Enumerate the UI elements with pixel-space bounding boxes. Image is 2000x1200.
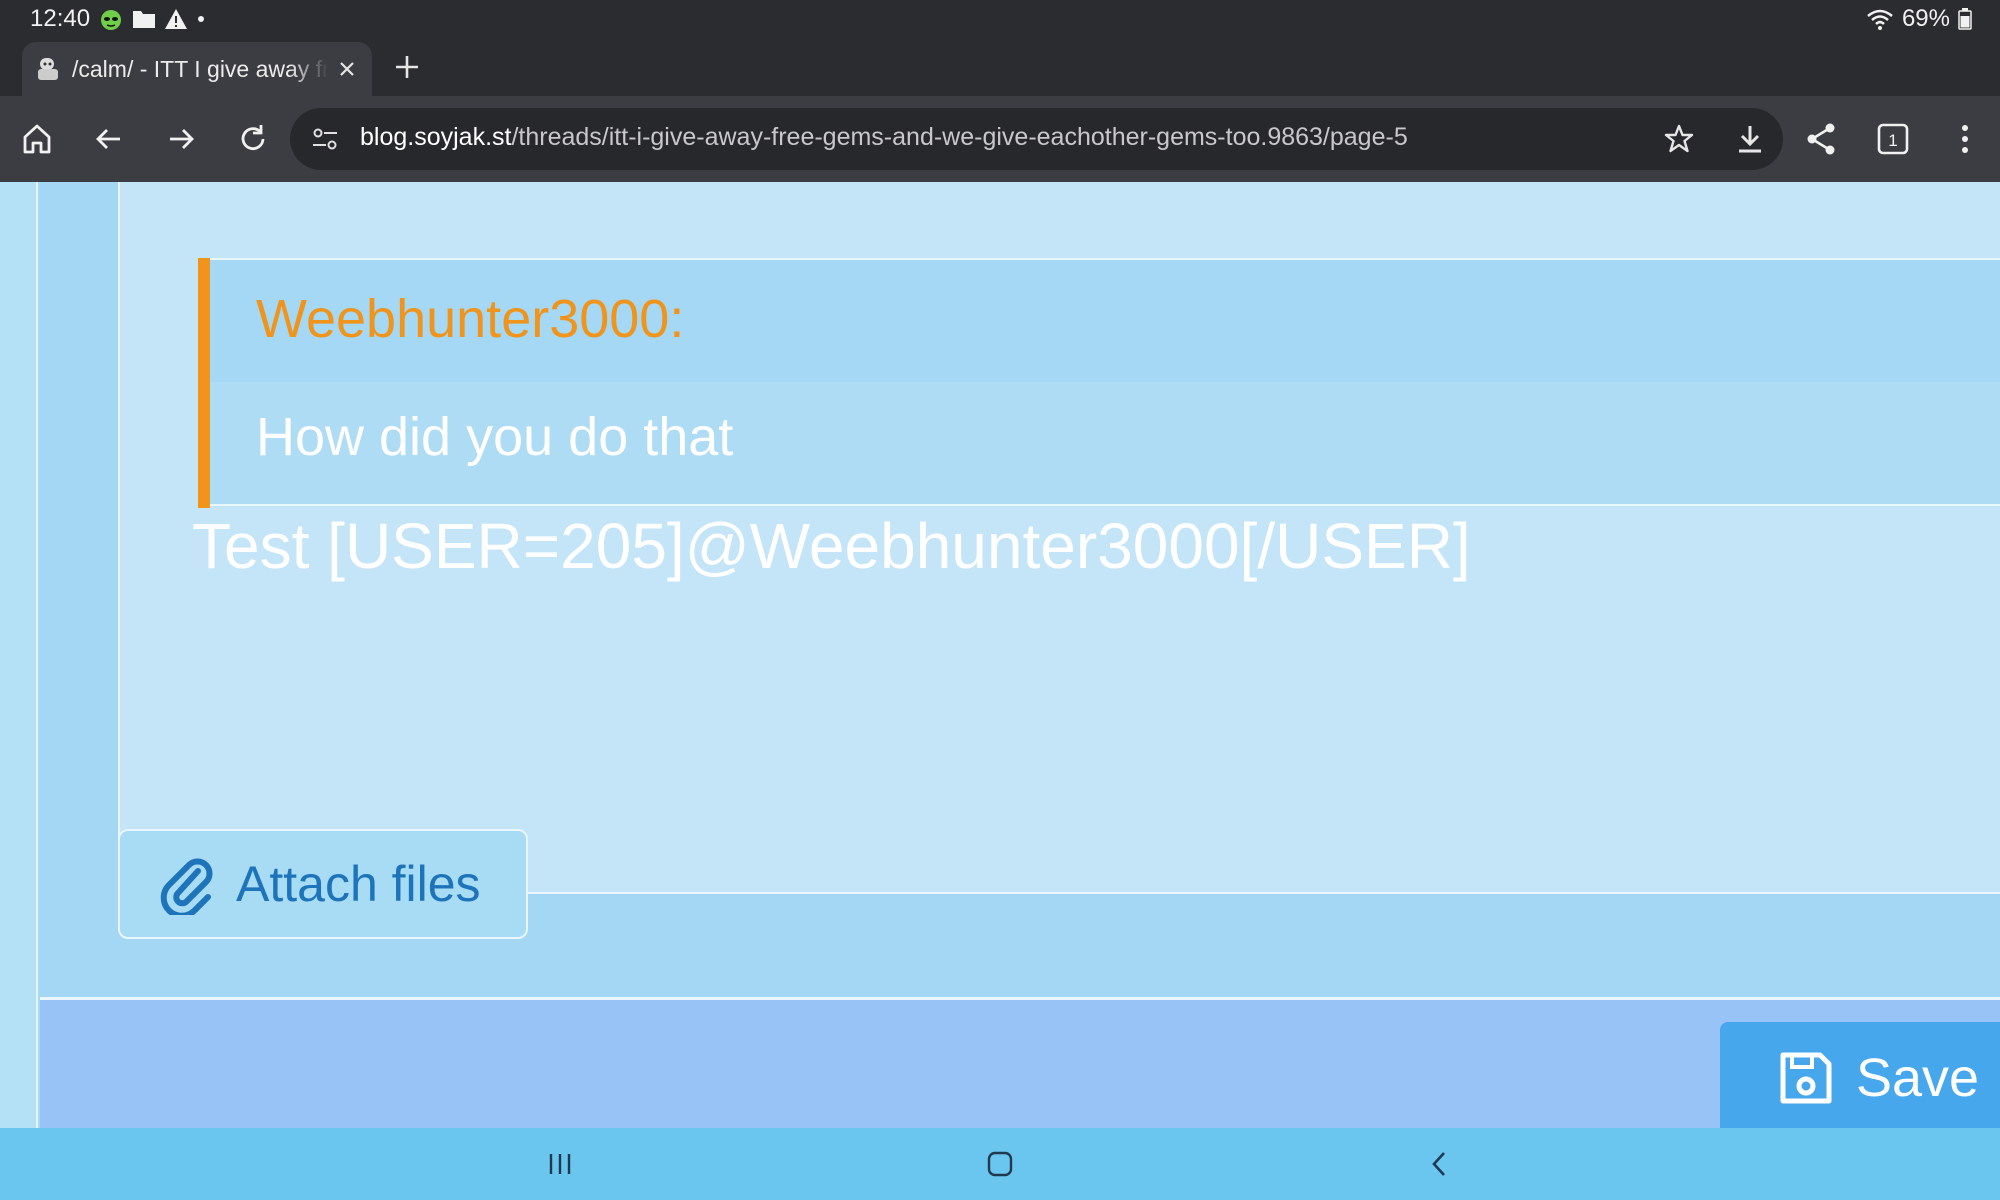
back-arrow-icon[interactable]: [90, 120, 128, 158]
home-icon[interactable]: [18, 120, 56, 158]
alien-icon: [98, 6, 124, 32]
tab-title: /calm/ - ITT I give away free gems: [72, 55, 328, 82]
floppy-disk-icon: [1778, 1050, 1834, 1106]
back-icon[interactable]: [1422, 1146, 1458, 1182]
quote-header: Weebhunter3000:: [210, 260, 2000, 382]
save-button[interactable]: Save: [1720, 1022, 2000, 1128]
reply-form: Weebhunter3000: How did you do that Test…: [40, 182, 2000, 997]
home-icon[interactable]: [982, 1146, 1018, 1182]
url-host: blog.soyjak.st: [360, 123, 512, 151]
quote-text: How did you do that: [256, 407, 734, 467]
page-content: Weebhunter3000: How did you do that Test…: [0, 182, 2000, 1128]
wifi-icon: [1866, 7, 1894, 31]
quote-accent-bar: [198, 258, 210, 508]
system-navigation-bar: [0, 1128, 2000, 1200]
status-time: 12:40: [30, 5, 91, 32]
save-label: Save: [1856, 1048, 1980, 1108]
download-icon[interactable]: [1733, 122, 1767, 156]
url-path: /threads/itt-i-give-away-free-gems-and-w…: [511, 123, 1408, 151]
overflow-menu-icon[interactable]: [1946, 120, 1984, 158]
status-bar: 12:40 69%: [0, 0, 2000, 38]
battery-icon: [1958, 8, 1972, 30]
soyjak-favicon-icon: [36, 56, 60, 82]
url-text[interactable]: blog.soyjak.st/threads/itt-i-give-away-f…: [360, 123, 1408, 152]
browser-tab[interactable]: /calm/ - ITT I give away free gems: [22, 42, 372, 96]
quote-block: Weebhunter3000: How did you do that: [198, 258, 2000, 508]
reload-icon[interactable]: [234, 120, 272, 158]
close-tab-icon[interactable]: [336, 58, 358, 80]
paperclip-icon: [158, 853, 216, 915]
tab-strip: /calm/ - ITT I give away free gems: [0, 38, 2000, 96]
battery-percent: 69%: [1901, 5, 1950, 32]
form-footer: [40, 997, 2000, 1128]
quote-author[interactable]: Weebhunter3000:: [256, 288, 684, 350]
message-text[interactable]: Test [USER=205]@Weebhunter3000[/USER]: [192, 509, 1471, 583]
rich-text-editor[interactable]: Weebhunter3000: How did you do that Test…: [118, 182, 2000, 894]
attach-files-label: Attach files: [236, 856, 481, 912]
left-gutter: [0, 182, 38, 1128]
dot-icon: [196, 14, 206, 24]
forward-arrow-icon[interactable]: [162, 120, 200, 158]
site-settings-icon[interactable]: [310, 124, 340, 154]
address-bar[interactable]: blog.soyjak.st/threads/itt-i-give-away-f…: [290, 108, 1783, 170]
new-tab-icon[interactable]: [392, 52, 422, 82]
share-icon[interactable]: [1802, 120, 1840, 158]
warning-icon: [164, 8, 188, 30]
browser-toolbar: blog.soyjak.st/threads/itt-i-give-away-f…: [0, 96, 2000, 182]
tab-count: 1: [1888, 131, 1897, 150]
recents-icon[interactable]: [542, 1146, 578, 1182]
tab-switcher-icon[interactable]: 1: [1874, 120, 1912, 158]
attach-files-button[interactable]: Attach files: [118, 829, 528, 939]
bookmark-star-icon[interactable]: [1662, 122, 1696, 156]
folder-icon: [132, 8, 156, 30]
